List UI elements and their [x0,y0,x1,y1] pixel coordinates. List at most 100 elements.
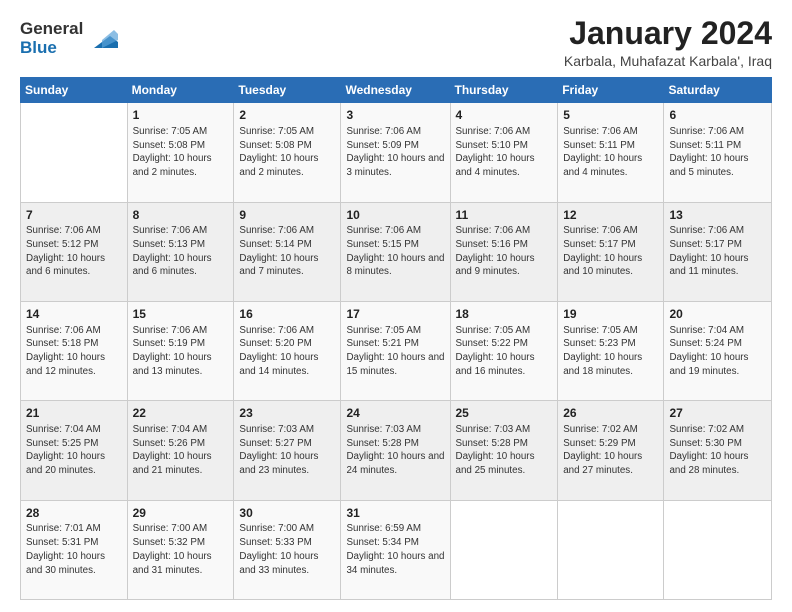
day-detail: Sunrise: 7:06 AMSunset: 5:11 PMDaylight:… [669,125,766,180]
day-detail: Sunrise: 7:06 AMSunset: 5:16 PMDaylight:… [456,224,553,279]
calendar-week-row: 14Sunrise: 7:06 AMSunset: 5:18 PMDayligh… [21,301,772,400]
day-detail: Sunrise: 7:06 AMSunset: 5:19 PMDaylight:… [133,324,229,379]
day-detail: Sunrise: 7:01 AMSunset: 5:31 PMDaylight:… [26,522,122,577]
logo: General Blue [20,20,118,57]
header: General Blue January 2024 Karbala, Muhaf… [20,16,772,69]
day-detail: Sunrise: 7:06 AMSunset: 5:09 PMDaylight:… [346,125,444,180]
day-number: 3 [346,107,444,124]
day-number: 4 [456,107,553,124]
day-detail: Sunrise: 7:06 AMSunset: 5:18 PMDaylight:… [26,324,122,379]
col-saturday: Saturday [664,78,772,103]
table-row: 23Sunrise: 7:03 AMSunset: 5:27 PMDayligh… [234,401,341,500]
table-row: 15Sunrise: 7:06 AMSunset: 5:19 PMDayligh… [127,301,234,400]
table-row: 12Sunrise: 7:06 AMSunset: 5:17 PMDayligh… [558,202,664,301]
col-sunday: Sunday [21,78,128,103]
table-row: 19Sunrise: 7:05 AMSunset: 5:23 PMDayligh… [558,301,664,400]
day-number: 27 [669,405,766,422]
day-detail: Sunrise: 7:04 AMSunset: 5:26 PMDaylight:… [133,423,229,478]
table-row [664,500,772,599]
day-number: 25 [456,405,553,422]
table-row: 16Sunrise: 7:06 AMSunset: 5:20 PMDayligh… [234,301,341,400]
table-row: 3Sunrise: 7:06 AMSunset: 5:09 PMDaylight… [341,103,450,202]
location: Karbala, Muhafazat Karbala', Iraq [564,53,772,69]
day-detail: Sunrise: 7:02 AMSunset: 5:30 PMDaylight:… [669,423,766,478]
day-detail: Sunrise: 7:00 AMSunset: 5:33 PMDaylight:… [239,522,335,577]
day-number: 2 [239,107,335,124]
day-number: 29 [133,505,229,522]
day-detail: Sunrise: 7:03 AMSunset: 5:28 PMDaylight:… [346,423,444,478]
logo-general: General [20,19,83,38]
day-detail: Sunrise: 6:59 AMSunset: 5:34 PMDaylight:… [346,522,444,577]
day-number: 26 [563,405,658,422]
day-detail: Sunrise: 7:03 AMSunset: 5:28 PMDaylight:… [456,423,553,478]
table-row: 1Sunrise: 7:05 AMSunset: 5:08 PMDaylight… [127,103,234,202]
day-detail: Sunrise: 7:06 AMSunset: 5:14 PMDaylight:… [239,224,335,279]
table-row: 20Sunrise: 7:04 AMSunset: 5:24 PMDayligh… [664,301,772,400]
table-row: 28Sunrise: 7:01 AMSunset: 5:31 PMDayligh… [21,500,128,599]
table-row: 11Sunrise: 7:06 AMSunset: 5:16 PMDayligh… [450,202,558,301]
day-number: 10 [346,207,444,224]
table-row: 14Sunrise: 7:06 AMSunset: 5:18 PMDayligh… [21,301,128,400]
day-number: 30 [239,505,335,522]
day-detail: Sunrise: 7:05 AMSunset: 5:08 PMDaylight:… [133,125,229,180]
table-row: 9Sunrise: 7:06 AMSunset: 5:14 PMDaylight… [234,202,341,301]
table-row: 30Sunrise: 7:00 AMSunset: 5:33 PMDayligh… [234,500,341,599]
calendar-table: Sunday Monday Tuesday Wednesday Thursday… [20,77,772,600]
day-number: 9 [239,207,335,224]
day-number: 22 [133,405,229,422]
table-row: 22Sunrise: 7:04 AMSunset: 5:26 PMDayligh… [127,401,234,500]
col-monday: Monday [127,78,234,103]
table-row: 8Sunrise: 7:06 AMSunset: 5:13 PMDaylight… [127,202,234,301]
day-number: 14 [26,306,122,323]
day-detail: Sunrise: 7:03 AMSunset: 5:27 PMDaylight:… [239,423,335,478]
day-number: 16 [239,306,335,323]
day-number: 8 [133,207,229,224]
table-row: 10Sunrise: 7:06 AMSunset: 5:15 PMDayligh… [341,202,450,301]
table-row: 5Sunrise: 7:06 AMSunset: 5:11 PMDaylight… [558,103,664,202]
day-detail: Sunrise: 7:06 AMSunset: 5:17 PMDaylight:… [669,224,766,279]
col-wednesday: Wednesday [341,78,450,103]
day-detail: Sunrise: 7:06 AMSunset: 5:20 PMDaylight:… [239,324,335,379]
day-detail: Sunrise: 7:06 AMSunset: 5:10 PMDaylight:… [456,125,553,180]
day-number: 7 [26,207,122,224]
calendar-week-row: 7Sunrise: 7:06 AMSunset: 5:12 PMDaylight… [21,202,772,301]
table-row [558,500,664,599]
day-detail: Sunrise: 7:00 AMSunset: 5:32 PMDaylight:… [133,522,229,577]
month-title: January 2024 [564,16,772,51]
day-detail: Sunrise: 7:04 AMSunset: 5:24 PMDaylight:… [669,324,766,379]
calendar-header-row: Sunday Monday Tuesday Wednesday Thursday… [21,78,772,103]
day-number: 20 [669,306,766,323]
table-row: 7Sunrise: 7:06 AMSunset: 5:12 PMDaylight… [21,202,128,301]
day-detail: Sunrise: 7:05 AMSunset: 5:08 PMDaylight:… [239,125,335,180]
day-number: 17 [346,306,444,323]
day-number: 18 [456,306,553,323]
col-thursday: Thursday [450,78,558,103]
day-detail: Sunrise: 7:06 AMSunset: 5:17 PMDaylight:… [563,224,658,279]
table-row: 18Sunrise: 7:05 AMSunset: 5:22 PMDayligh… [450,301,558,400]
col-tuesday: Tuesday [234,78,341,103]
day-detail: Sunrise: 7:05 AMSunset: 5:23 PMDaylight:… [563,324,658,379]
table-row: 25Sunrise: 7:03 AMSunset: 5:28 PMDayligh… [450,401,558,500]
logo-icon [86,20,118,52]
table-row: 2Sunrise: 7:05 AMSunset: 5:08 PMDaylight… [234,103,341,202]
day-detail: Sunrise: 7:05 AMSunset: 5:22 PMDaylight:… [456,324,553,379]
table-row: 13Sunrise: 7:06 AMSunset: 5:17 PMDayligh… [664,202,772,301]
day-number: 5 [563,107,658,124]
day-number: 15 [133,306,229,323]
table-row: 31Sunrise: 6:59 AMSunset: 5:34 PMDayligh… [341,500,450,599]
title-block: January 2024 Karbala, Muhafazat Karbala'… [564,16,772,69]
day-number: 12 [563,207,658,224]
table-row: 4Sunrise: 7:06 AMSunset: 5:10 PMDaylight… [450,103,558,202]
col-friday: Friday [558,78,664,103]
table-row: 27Sunrise: 7:02 AMSunset: 5:30 PMDayligh… [664,401,772,500]
day-number: 13 [669,207,766,224]
day-number: 31 [346,505,444,522]
table-row: 17Sunrise: 7:05 AMSunset: 5:21 PMDayligh… [341,301,450,400]
calendar-week-row: 21Sunrise: 7:04 AMSunset: 5:25 PMDayligh… [21,401,772,500]
day-detail: Sunrise: 7:02 AMSunset: 5:29 PMDaylight:… [563,423,658,478]
day-detail: Sunrise: 7:06 AMSunset: 5:15 PMDaylight:… [346,224,444,279]
day-detail: Sunrise: 7:05 AMSunset: 5:21 PMDaylight:… [346,324,444,379]
day-number: 1 [133,107,229,124]
day-number: 21 [26,405,122,422]
day-number: 28 [26,505,122,522]
